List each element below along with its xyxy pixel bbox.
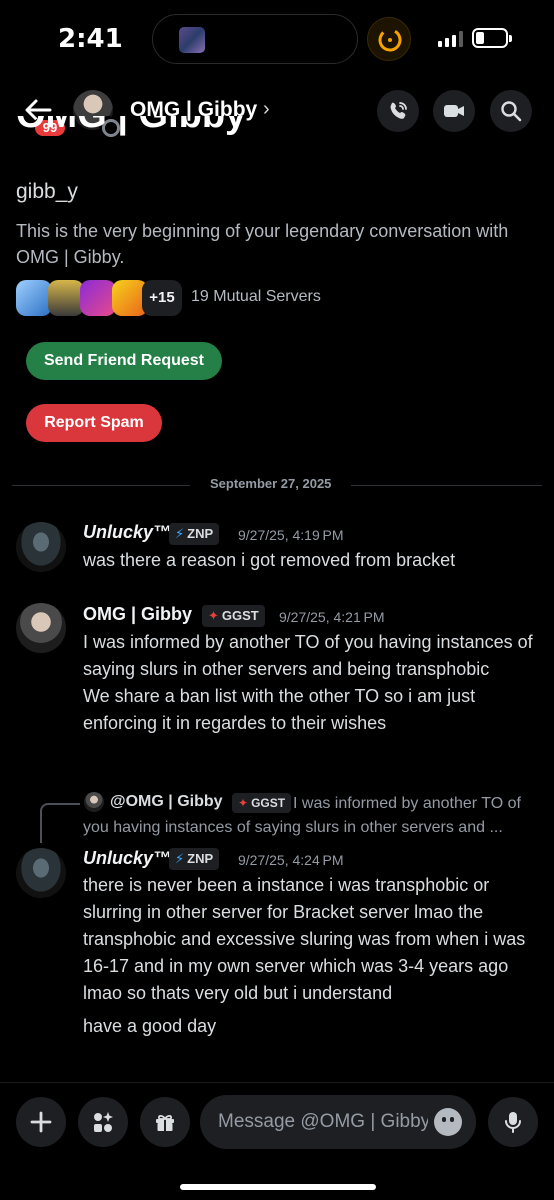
lightning-icon: ⚡: [175, 526, 185, 541]
video-camera-icon: [444, 105, 464, 117]
voice-message-button[interactable]: [488, 1097, 538, 1147]
plus-icon: [30, 1111, 52, 1133]
message-content[interactable]: I was informed by another TO of you havi…: [83, 629, 543, 737]
cellular-signal-icon: [438, 31, 463, 47]
add-attachment-button[interactable]: [16, 1097, 66, 1147]
dynamic-island[interactable]: [152, 14, 358, 64]
voice-call-button[interactable]: [377, 90, 419, 132]
home-indicator[interactable]: [180, 1184, 376, 1190]
lightning-icon: ⚡: [175, 851, 185, 866]
message-timestamp: 9/27/25, 4:21 PM: [279, 609, 385, 625]
avatar[interactable]: [16, 522, 66, 572]
server-tag[interactable]: ⚡ ZNP: [169, 523, 220, 545]
server-icon[interactable]: [16, 280, 52, 316]
timer-icon[interactable]: [367, 17, 411, 61]
phone-call-icon: [390, 102, 407, 119]
clock: 2:41: [58, 24, 123, 54]
gift-button[interactable]: [140, 1097, 190, 1147]
report-spam-button[interactable]: Report Spam: [26, 404, 162, 442]
trophy-icon[interactable]: [48, 280, 84, 316]
message-input-wrapper[interactable]: [200, 1095, 476, 1149]
message-composer: [0, 1082, 554, 1200]
conversation-intro: This is the very beginning of your legen…: [16, 221, 509, 267]
profile-username: gibb_y: [16, 180, 78, 203]
apps-icon: [94, 1112, 113, 1132]
search-icon: [501, 101, 522, 122]
battery-icon: [472, 28, 512, 48]
server-tag[interactable]: ✦ GGST: [202, 605, 265, 627]
microphone-icon: [505, 1112, 521, 1133]
gift-icon: [156, 1114, 174, 1131]
message-content[interactable]: was there a reason i got removed from br…: [83, 547, 543, 574]
video-call-button[interactable]: [433, 90, 475, 132]
message-author[interactable]: Unlucky™: [83, 522, 171, 543]
reply-connector: [40, 803, 80, 843]
avatar: [84, 792, 104, 812]
game-icon: ✦: [208, 608, 219, 623]
reply-author[interactable]: @OMG | Gibby: [110, 793, 223, 811]
date-divider-label: September 27, 2025: [190, 476, 352, 491]
avatar[interactable]: [16, 603, 66, 653]
send-friend-request-button[interactable]: Send Friend Request: [26, 342, 222, 380]
media-thumbnail: [179, 27, 205, 53]
message-author[interactable]: Unlucky™: [83, 848, 171, 869]
server-tag[interactable]: ⚡ ZNP: [169, 848, 220, 870]
emoji-icon[interactable]: [434, 1108, 462, 1136]
profile-display-name: OMG | Gibby: [16, 116, 376, 140]
search-button[interactable]: [490, 90, 532, 132]
apps-button[interactable]: [78, 1097, 128, 1147]
avatar[interactable]: [16, 848, 66, 898]
server-icon[interactable]: [80, 280, 116, 316]
message-author[interactable]: OMG | Gibby: [83, 604, 192, 625]
more-servers-count[interactable]: +15: [142, 280, 182, 316]
status-bar: 2:41: [0, 0, 554, 80]
message-timestamp: 9/27/25, 4:24 PM: [238, 852, 344, 868]
message-content[interactable]: there is never been a instance i was tra…: [83, 872, 543, 1040]
mutual-servers-label[interactable]: 19 Mutual Servers: [191, 288, 321, 306]
server-tag: ✦ GGST: [232, 793, 292, 813]
message-input[interactable]: [218, 1095, 428, 1149]
mutual-servers[interactable]: +15 19 Mutual Servers: [16, 280, 376, 318]
game-icon: ✦: [238, 796, 249, 810]
message-timestamp: 9/27/25, 4:19 PM: [238, 527, 344, 543]
